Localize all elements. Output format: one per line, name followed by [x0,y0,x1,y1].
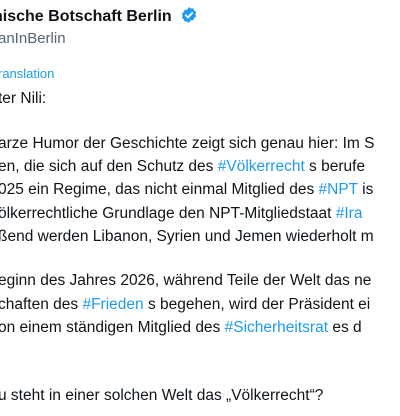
tweet-line: arze Humor der Geschichte zeigt sich gen… [0,135,374,153]
tweet-text: ölkerrechtliche Grundlage den NPT-Mitgli… [0,205,336,222]
tweet-line: eginn des Jahres 2026, während Teile der… [0,272,371,290]
tweet-line: 025 ein Regime, das nicht einmal Mitglie… [0,181,373,199]
verified-badge-icon [180,6,198,29]
tweet-text: chaften des [0,296,83,313]
tweet-text: arze Humor der Geschichte zeigt sich gen… [0,135,375,152]
tweet-text: s berufe [304,158,366,175]
tweet-text: s begehen, wird der Präsident ei [143,296,371,313]
translation-link[interactable]: ranslation [0,66,54,81]
tweet-line: ölkerrechtliche Grundlage den NPT-Mitgli… [0,205,362,223]
tweet-text: on einem ständigen Mitglied des [0,319,225,336]
hashtag-link[interactable]: #Sicherheitsrat [225,319,328,336]
tweet-text: 025 ein Regime, das nicht einmal Mitglie… [0,181,319,198]
tweet-line: chaften des #Frieden s begehen, wird der… [0,296,370,314]
tweet-text: ter Nili: [0,90,47,107]
tweet-line: ter Nili: [0,90,46,108]
account-name[interactable]: nische Botschaft Berlin [0,8,172,25]
hashtag-link[interactable]: #NPT [319,181,358,198]
hashtag-link[interactable]: #Ira [336,205,363,222]
tweet-line: en, die sich auf den Schutz des #Völkerr… [0,158,365,176]
tweet-text: u steht in einer solchen Welt das „Völke… [0,387,324,404]
tweet-line: ßend werden Libanon, Syrien und Jemen wi… [0,228,374,246]
account-handle[interactable]: anInBerlin [0,30,66,47]
account-name-row[interactable]: nische Botschaft Berlin [0,6,198,29]
tweet-text: eginn des Jahres 2026, während Teile der… [0,272,372,289]
hashtag-link[interactable]: #Völkerrecht [218,158,305,175]
tweet-line: on einem ständigen Mitglied des #Sicherh… [0,319,362,337]
tweet-text: is [357,181,374,198]
tweet-text: ßend werden Libanon, Syrien und Jemen wi… [0,228,374,245]
tweet-text: es d [328,319,362,336]
tweet-line: u steht in einer solchen Welt das „Völke… [0,387,323,405]
tweet-text: en, die sich auf den Schutz des [0,158,218,175]
hashtag-link[interactable]: #Frieden [82,296,143,313]
